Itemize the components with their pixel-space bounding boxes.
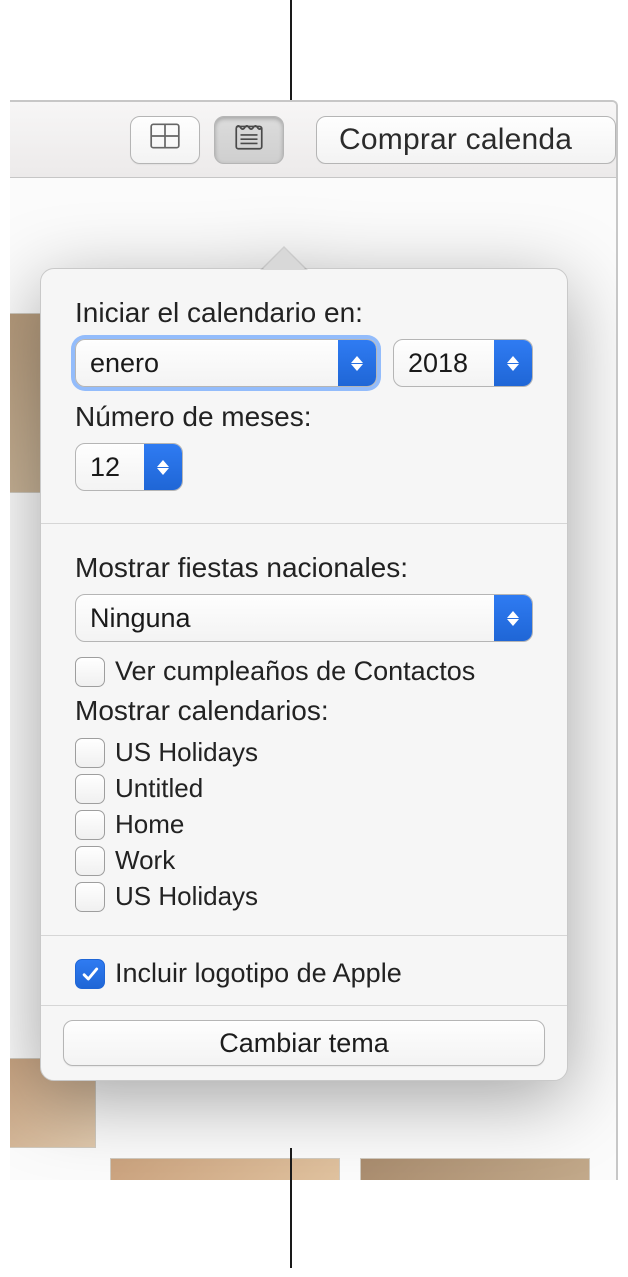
checkbox-checked-icon: [75, 959, 105, 989]
photo-thumb: [360, 1158, 590, 1180]
layout-view-button[interactable]: [130, 116, 200, 164]
checkbox-unchecked-icon: [75, 810, 105, 840]
holidays-select[interactable]: Ninguna: [75, 594, 533, 642]
chevron-updown-icon: [338, 340, 376, 386]
buy-calendar-label: Comprar calenda: [339, 123, 572, 157]
checkbox-unchecked-icon: [75, 657, 105, 687]
start-month-value: enero: [90, 348, 159, 379]
months-count-label: Número de meses:: [75, 401, 533, 433]
apple-logo-checkbox-row[interactable]: Incluir logotipo de Apple: [75, 958, 533, 989]
photo-thumb: [110, 1158, 340, 1180]
app-window: Comprar calenda Iniciar el calendario en…: [10, 100, 618, 1180]
calendar-item-label: Untitled: [115, 773, 203, 804]
calendars-list: US Holidays Untitled Home Work: [75, 737, 533, 912]
popover-arrow-icon: [262, 248, 306, 270]
canvas: Iniciar el calendario en: enero 2018 Núm…: [10, 178, 616, 1180]
start-calendar-label: Iniciar el calendario en:: [75, 297, 533, 329]
change-theme-button[interactable]: Cambiar tema: [63, 1020, 545, 1066]
checkbox-unchecked-icon: [75, 846, 105, 876]
start-month-select[interactable]: enero: [75, 339, 377, 387]
calendar-item-label: US Holidays: [115, 881, 258, 912]
callout-line-top: [290, 0, 292, 100]
months-count-value: 12: [90, 452, 120, 483]
calendar-settings-popover: Iniciar el calendario en: enero 2018 Núm…: [40, 268, 568, 1081]
checkbox-unchecked-icon: [75, 774, 105, 804]
holidays-label: Mostrar fiestas nacionales:: [75, 552, 533, 584]
holidays-value: Ninguna: [90, 603, 191, 634]
calendar-settings-button[interactable]: [214, 116, 284, 164]
months-count-select[interactable]: 12: [75, 443, 183, 491]
apple-logo-label: Incluir logotipo de Apple: [115, 958, 402, 989]
callout-line-bottom: [290, 1148, 292, 1268]
start-year-value: 2018: [408, 348, 468, 379]
chevron-updown-icon: [494, 340, 532, 386]
start-year-select[interactable]: 2018: [393, 339, 533, 387]
change-theme-label: Cambiar tema: [219, 1028, 389, 1058]
calendar-item-label: Home: [115, 809, 184, 840]
calendar-icon: [232, 119, 266, 160]
calendar-checkbox-row[interactable]: Untitled: [75, 773, 533, 804]
calendar-item-label: Work: [115, 845, 175, 876]
checkbox-unchecked-icon: [75, 882, 105, 912]
calendar-item-label: US Holidays: [115, 737, 258, 768]
calendars-label: Mostrar calendarios:: [75, 695, 533, 727]
buy-calendar-button[interactable]: Comprar calenda: [316, 116, 616, 164]
calendar-checkbox-row[interactable]: US Holidays: [75, 881, 533, 912]
toolbar: Comprar calenda: [10, 102, 616, 178]
calendar-checkbox-row[interactable]: US Holidays: [75, 737, 533, 768]
calendar-checkbox-row[interactable]: Home: [75, 809, 533, 840]
chevron-updown-icon: [494, 595, 532, 641]
calendar-checkbox-row[interactable]: Work: [75, 845, 533, 876]
birthdays-label: Ver cumpleaños de Contactos: [115, 656, 475, 687]
checkbox-unchecked-icon: [75, 738, 105, 768]
layout-grid-icon: [148, 119, 182, 160]
birthdays-checkbox-row[interactable]: Ver cumpleaños de Contactos: [75, 656, 533, 687]
chevron-updown-icon: [144, 444, 182, 490]
